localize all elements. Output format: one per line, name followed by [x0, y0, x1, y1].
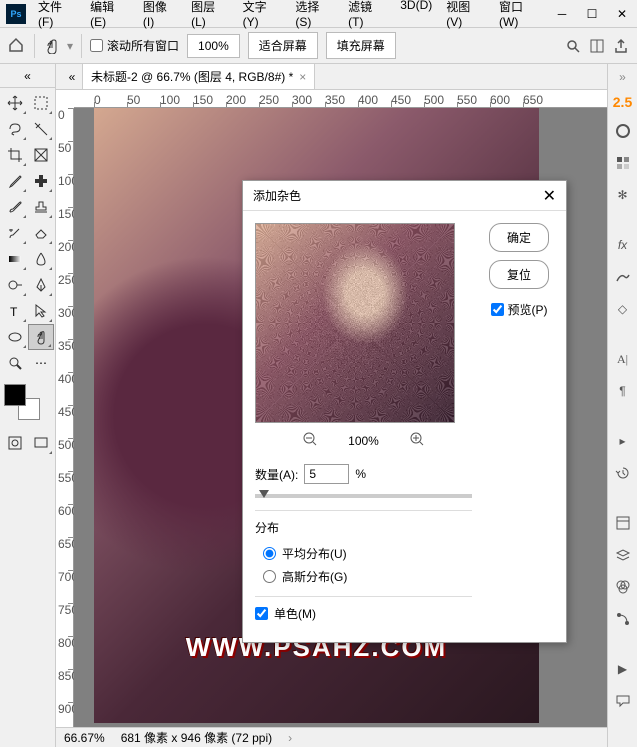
amount-input[interactable] — [304, 464, 349, 484]
eraser-tool[interactable] — [28, 220, 54, 246]
heal-tool[interactable] — [28, 168, 54, 194]
menu-layer[interactable]: 图层(L) — [185, 0, 234, 33]
svg-text:T: T — [10, 305, 18, 319]
lasso-tool[interactable] — [2, 116, 28, 142]
menu-type[interactable]: 文字(Y) — [237, 0, 288, 33]
minimize-button[interactable]: ─ — [547, 3, 577, 25]
gaussian-radio[interactable]: 高斯分布(G) — [255, 565, 472, 588]
menu-filter[interactable]: 滤镜(T) — [342, 0, 392, 33]
status-dims: 681 像素 x 946 像素 (72 ppi) — [121, 729, 272, 746]
fill-screen-button[interactable]: 填充屏幕 — [326, 32, 396, 59]
timeline-play-icon[interactable]: ▶ — [612, 658, 634, 680]
character-panel-icon[interactable]: A| — [612, 348, 634, 370]
history-panel-icon[interactable] — [612, 462, 634, 484]
dialog-preview[interactable] — [255, 223, 455, 423]
color-panel-icon[interactable] — [612, 120, 634, 142]
distribution-label: 分布 — [255, 519, 472, 536]
path-select-tool[interactable] — [28, 298, 54, 324]
menu-image[interactable]: 图像(I) — [137, 0, 183, 33]
dialog-close-icon[interactable]: ✕ — [543, 186, 556, 206]
gradient-tool[interactable] — [2, 246, 28, 272]
ok-button[interactable]: 确定 — [489, 223, 549, 252]
menu-window[interactable]: 窗口(W) — [493, 0, 547, 33]
actions-panel-icon[interactable]: ▸ — [612, 430, 634, 452]
layers-panel-icon[interactable] — [612, 544, 634, 566]
color-swatches[interactable] — [4, 384, 40, 420]
status-zoom[interactable]: 66.67% — [64, 731, 105, 745]
wand-tool[interactable] — [28, 116, 54, 142]
reset-button[interactable]: 复位 — [489, 260, 549, 289]
shape-tool[interactable] — [2, 324, 28, 350]
fit-screen-button[interactable]: 适合屏幕 — [248, 32, 318, 59]
shapes-panel-icon[interactable]: ◇ — [612, 298, 634, 320]
amount-slider[interactable] — [255, 494, 472, 498]
zoom-tool[interactable] — [2, 350, 28, 376]
comments-panel-icon[interactable] — [612, 690, 634, 712]
blur-tool[interactable] — [28, 246, 54, 272]
monochrome-checkbox[interactable]: 单色(M) — [255, 596, 472, 630]
menu-select[interactable]: 选择(S) — [289, 0, 340, 33]
styles-panel-icon[interactable]: fx — [612, 234, 634, 256]
hand-option-icon[interactable] — [43, 38, 59, 54]
hand-tool[interactable] — [28, 324, 54, 350]
add-noise-dialog: 添加杂色 ✕ 100% 数量(A): % 分布 平均分布(U) 高斯分布(G) … — [242, 180, 567, 643]
paths-panel-icon[interactable] — [612, 608, 634, 630]
properties-panel-icon[interactable] — [612, 512, 634, 534]
dialog-zoom-value: 100% — [348, 434, 379, 448]
workspace-icon[interactable] — [589, 38, 605, 54]
channels-panel-icon[interactable] — [612, 576, 634, 598]
app-logo: Ps — [6, 4, 26, 24]
tab-close-icon[interactable]: × — [299, 70, 306, 84]
share-icon[interactable] — [613, 38, 629, 54]
type-tool[interactable]: T — [2, 298, 28, 324]
menu-3d[interactable]: 3D(D) — [394, 0, 438, 33]
history-brush-tool[interactable] — [2, 220, 28, 246]
brush-tool[interactable] — [2, 194, 28, 220]
amount-label: 数量(A): — [255, 466, 298, 483]
panel-number[interactable]: 2.5 — [613, 94, 632, 110]
stamp-tool[interactable] — [28, 194, 54, 220]
zoom-out-icon[interactable] — [302, 431, 318, 450]
search-icon[interactable] — [565, 38, 581, 54]
tools-expand-icon[interactable]: « — [0, 64, 55, 88]
brushes-panel-icon[interactable]: ✻ — [612, 184, 634, 206]
pen-tool[interactable] — [28, 272, 54, 298]
amount-unit: % — [355, 467, 366, 481]
move-tool[interactable] — [2, 90, 28, 116]
zoom-100-button[interactable]: 100% — [187, 34, 240, 58]
menu-edit[interactable]: 编辑(E) — [84, 0, 135, 33]
document-tab[interactable]: 未标题-2 @ 66.7% (图层 4, RGB/8#) * × — [82, 64, 315, 89]
panels-expand-icon[interactable]: » — [619, 70, 626, 84]
close-button[interactable]: ✕ — [607, 3, 637, 25]
crop-tool[interactable] — [2, 142, 28, 168]
eyedropper-tool[interactable] — [2, 168, 28, 194]
marquee-tool[interactable] — [28, 90, 54, 116]
uniform-radio[interactable]: 平均分布(U) — [255, 542, 472, 565]
ruler-horizontal: 050100150200250300350400450500550600650 — [74, 90, 607, 108]
menu-file[interactable]: 文件(F) — [32, 0, 82, 33]
edit-toolbar-icon[interactable]: ⋯ — [28, 350, 54, 376]
preview-checkbox[interactable]: 预览(P) — [491, 301, 548, 318]
maximize-button[interactable]: ☐ — [577, 3, 607, 25]
dialog-title: 添加杂色 — [253, 187, 543, 204]
swatches-panel-icon[interactable] — [612, 152, 634, 174]
menu-view[interactable]: 视图(V) — [440, 0, 491, 33]
foreground-color[interactable] — [4, 384, 26, 406]
quickmask-tool[interactable] — [2, 430, 28, 456]
frame-tool[interactable] — [28, 142, 54, 168]
adjustments-panel-icon[interactable] — [612, 266, 634, 288]
dodge-tool[interactable] — [2, 272, 28, 298]
ruler-vertical: 0501001502002503003504004505005506006507… — [56, 108, 74, 728]
home-icon[interactable] — [8, 37, 26, 55]
zoom-in-icon[interactable] — [409, 431, 425, 450]
tab-scroll-left[interactable]: « — [62, 65, 82, 89]
screenmode-tool[interactable] — [28, 430, 54, 456]
paragraph-panel-icon[interactable]: ¶ — [612, 380, 634, 402]
scroll-all-checkbox[interactable]: 滚动所有窗口 — [90, 37, 179, 54]
